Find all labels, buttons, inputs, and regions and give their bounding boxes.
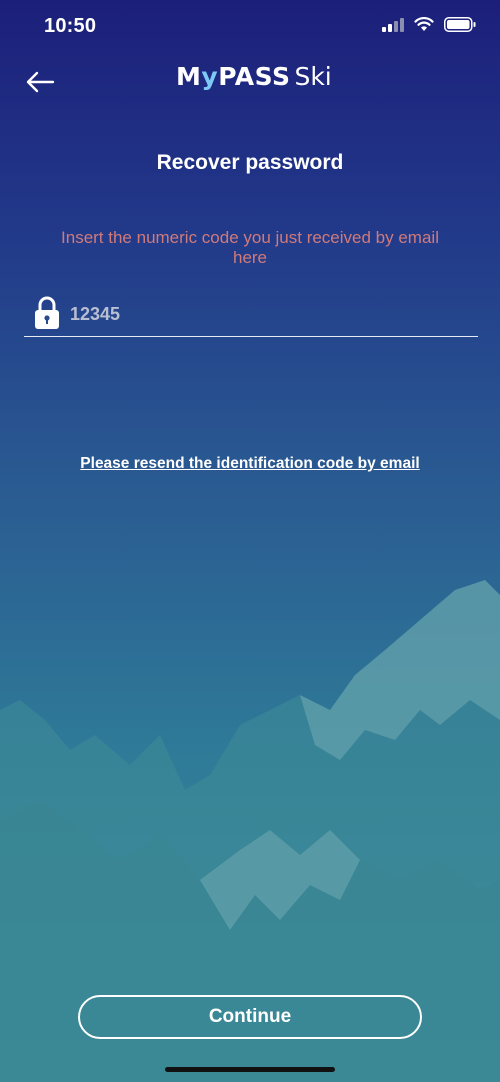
- logo-mypass: MyPASS: [176, 62, 290, 91]
- home-indicator: [165, 1067, 335, 1072]
- resend-code-link[interactable]: Please resend the identification code by…: [0, 455, 500, 473]
- cellular-signal-icon: [382, 17, 404, 32]
- mypass-ski-logo: MyPASS Ski: [176, 62, 332, 98]
- logo-word-pass: PASS: [218, 62, 291, 91]
- status-time: 10:50: [44, 15, 97, 37]
- continue-button[interactable]: Continue: [78, 995, 422, 1039]
- instruction-text: Insert the numeric code you just receive…: [61, 228, 439, 267]
- code-field[interactable]: [24, 290, 478, 337]
- logo-ski: Ski: [294, 62, 332, 91]
- status-bar: 10:50: [0, 0, 500, 54]
- status-icons: [382, 17, 476, 32]
- page-title: Recover password: [156, 151, 344, 174]
- arrow-left-icon[interactable]: [22, 64, 58, 100]
- logo-letter-m: M: [176, 62, 202, 91]
- wifi-icon: [414, 17, 434, 31]
- lock-icon: [35, 296, 59, 329]
- logo-letter-y: y: [201, 62, 219, 91]
- code-input[interactable]: [70, 300, 450, 328]
- battery-icon: [444, 17, 476, 32]
